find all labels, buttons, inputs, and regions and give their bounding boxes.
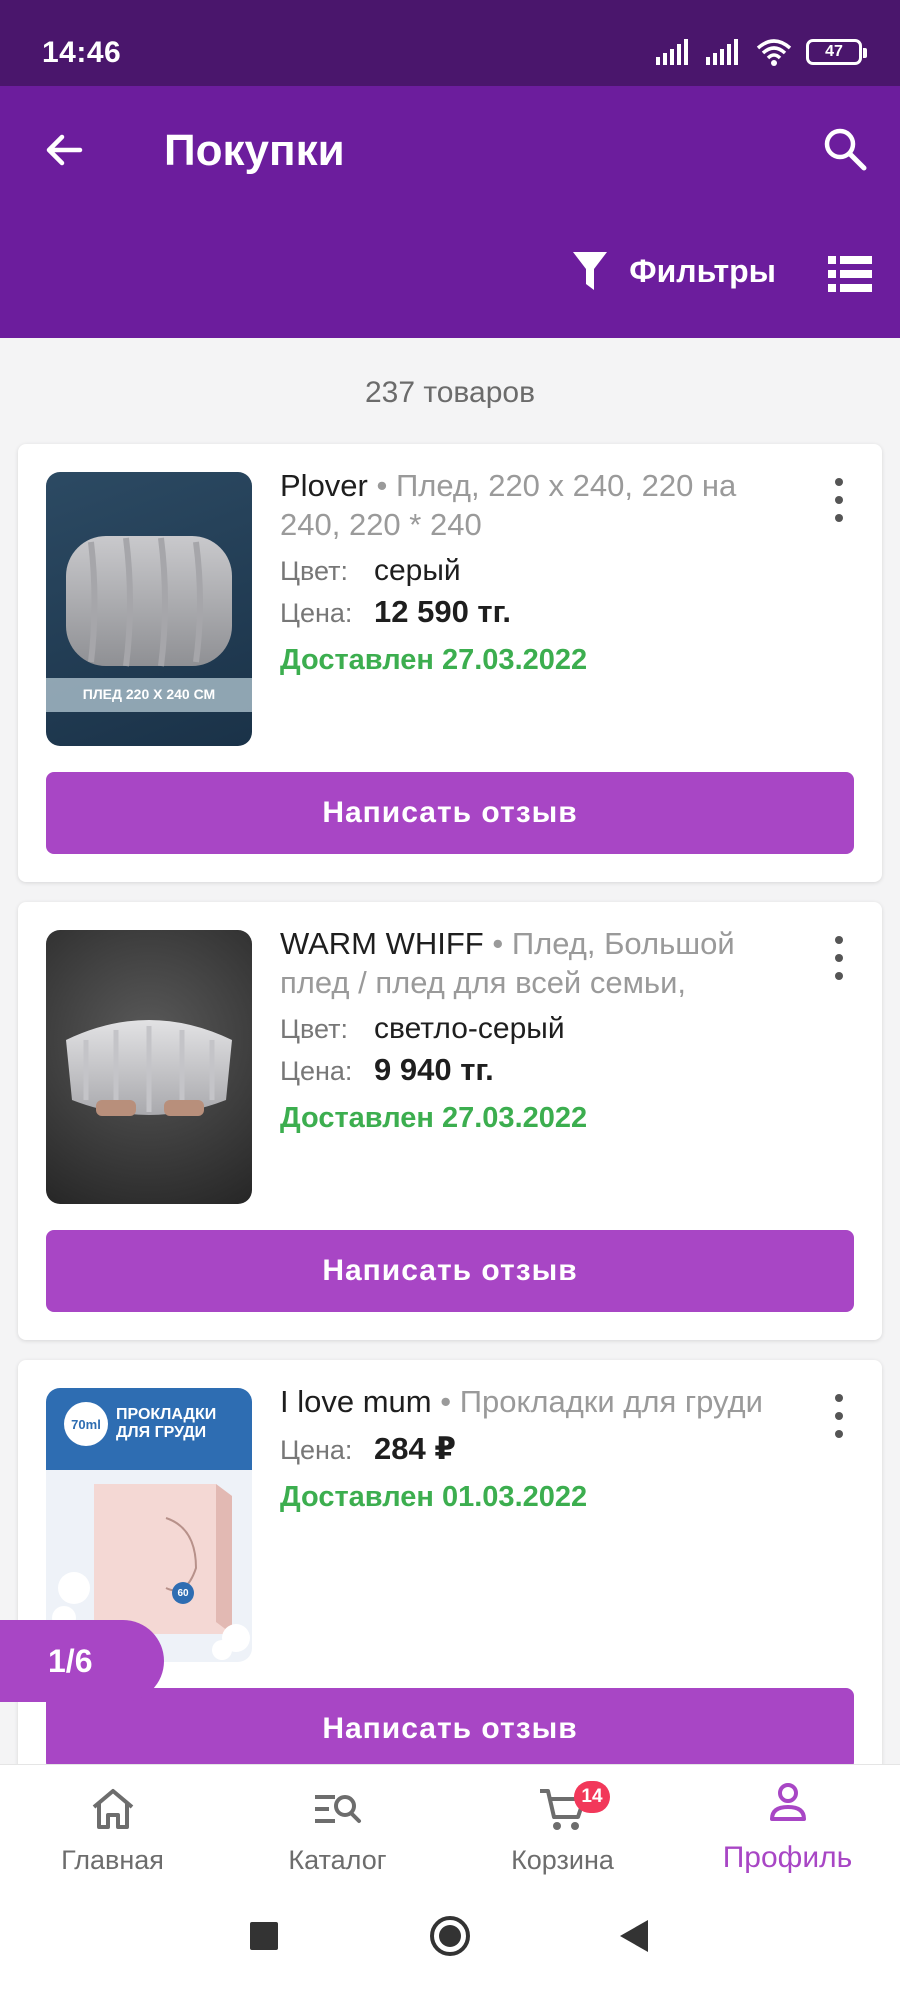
nav-item-profile[interactable]: Профиль xyxy=(675,1765,900,1892)
wifi-icon xyxy=(756,39,792,66)
signal-icon xyxy=(656,39,688,65)
product-brand: Plover xyxy=(280,468,368,503)
purchase-card: ПЛЕД 220 Х 240 СМ Plover • Плед, 220 x 2… xyxy=(18,444,882,882)
write-review-button[interactable]: Написать отзыв xyxy=(46,772,854,854)
app-bar: Покупки Фильтры xyxy=(0,86,900,338)
price-label: Цена: xyxy=(280,1056,353,1086)
items-count: 237 товаров xyxy=(364,376,536,409)
price-value: 284 ₽ xyxy=(374,1431,456,1466)
signal-icon-2 xyxy=(706,39,738,65)
filters-label: Фильтры xyxy=(629,252,776,289)
delivery-status: Доставлен 27.03.2022 xyxy=(280,644,588,676)
delivery-status: Доставлен 27.03.2022 xyxy=(280,1102,588,1134)
profile-icon xyxy=(769,1783,806,1821)
status-time: 14:46 xyxy=(42,36,122,69)
nav-label-home: Главная xyxy=(61,1845,164,1875)
catalog-search-icon xyxy=(314,1795,361,1823)
page-indicator: 1/6 xyxy=(0,1620,164,1702)
nav-item-cart[interactable]: 14 Корзина xyxy=(450,1765,675,1892)
color-row: Цвет: серый xyxy=(280,554,800,588)
nav-label-cart: Корзина xyxy=(511,1845,614,1875)
filter-icon xyxy=(573,252,608,290)
purchase-card: WARM WHIFF • Плед, Большой плед / плед д… xyxy=(18,902,882,1340)
color-row: Цвет: светло-серый xyxy=(280,1012,800,1046)
system-navigation-bar xyxy=(0,1892,900,2000)
price-value: 12 590 тг. xyxy=(374,594,512,629)
list-view-icon[interactable] xyxy=(828,254,872,294)
product-name: • Прокладки для груди xyxy=(431,1384,763,1419)
price-row: Цена: 284 ₽ xyxy=(280,1431,800,1467)
cart-badge: 14 xyxy=(574,1781,610,1813)
recents-icon[interactable] xyxy=(250,1922,278,1950)
screen: 14:46 47 Покупки Фильтры 237 товаров ПЛЕ… xyxy=(0,0,900,2000)
color-value: серый xyxy=(374,554,461,587)
more-options-icon[interactable] xyxy=(832,936,846,980)
battery-level: 47 xyxy=(825,43,843,60)
price-label: Цена: xyxy=(280,598,353,628)
home-circle-icon[interactable] xyxy=(430,1916,470,1956)
blanket-image xyxy=(46,536,252,712)
price-row: Цена: 12 590 тг. xyxy=(280,594,800,630)
price-row: Цена: 9 940 тг. xyxy=(280,1052,800,1088)
color-label: Цвет: xyxy=(280,556,349,586)
image-caption: ПЛЕД 220 Х 240 СМ xyxy=(82,686,216,702)
nav-label-catalog: Каталог xyxy=(288,1845,387,1875)
product-info: Plover • Плед, 220 x 240, 220 на 240, 22… xyxy=(280,466,800,677)
status-icons: 47 xyxy=(656,38,867,66)
purchase-card: 70ml ПРОКЛАДКИ ДЛЯ ГРУДИ 60 I love mum •… xyxy=(18,1360,882,1798)
color-value: светло-серый xyxy=(374,1012,565,1045)
more-options-icon[interactable] xyxy=(832,478,846,522)
write-review-button[interactable]: Написать отзыв xyxy=(46,1688,854,1770)
product-brand: I love mum xyxy=(280,1384,432,1419)
delivery-status: Доставлен 01.03.2022 xyxy=(280,1481,588,1513)
status-bar: 14:46 47 xyxy=(0,0,900,86)
nav-label-profile: Профиль xyxy=(722,1841,853,1874)
product-title[interactable]: I love mum • Прокладки для груди xyxy=(280,1382,800,1421)
battery-icon: 47 xyxy=(806,39,867,65)
color-label: Цвет: xyxy=(280,1014,349,1044)
image-count: 60 xyxy=(172,1582,194,1604)
page-title: Покупки xyxy=(164,126,345,175)
bottom-navigation: Главная Каталог 14 Корзина Профиль xyxy=(0,1764,900,1892)
product-brand: WARM WHIFF xyxy=(280,926,484,961)
product-title[interactable]: WARM WHIFF • Плед, Большой плед / плед д… xyxy=(280,924,800,1002)
back-arrow-icon[interactable] xyxy=(40,126,88,174)
product-image[interactable]: ПЛЕД 220 Х 240 СМ xyxy=(46,472,252,746)
product-info: I love mum • Прокладки для груди Цена: 28… xyxy=(280,1382,800,1514)
search-icon[interactable] xyxy=(820,124,870,174)
blanket-image xyxy=(66,1020,232,1116)
product-info: WARM WHIFF • Плед, Большой плед / плед д… xyxy=(280,924,800,1135)
price-label: Цена: xyxy=(280,1435,353,1465)
product-title[interactable]: Plover • Плед, 220 x 240, 220 на 240, 22… xyxy=(280,466,800,544)
write-review-button[interactable]: Написать отзыв xyxy=(46,1230,854,1312)
home-icon xyxy=(92,1789,133,1829)
product-image[interactable] xyxy=(46,930,252,1204)
system-back-icon[interactable] xyxy=(620,1920,648,1952)
price-value: 9 940 тг. xyxy=(374,1052,494,1087)
more-options-icon[interactable] xyxy=(832,1394,846,1438)
nav-item-catalog[interactable]: Каталог xyxy=(225,1765,450,1892)
filters-button[interactable]: Фильтры xyxy=(571,250,776,292)
nav-item-home[interactable]: Главная xyxy=(0,1765,225,1892)
